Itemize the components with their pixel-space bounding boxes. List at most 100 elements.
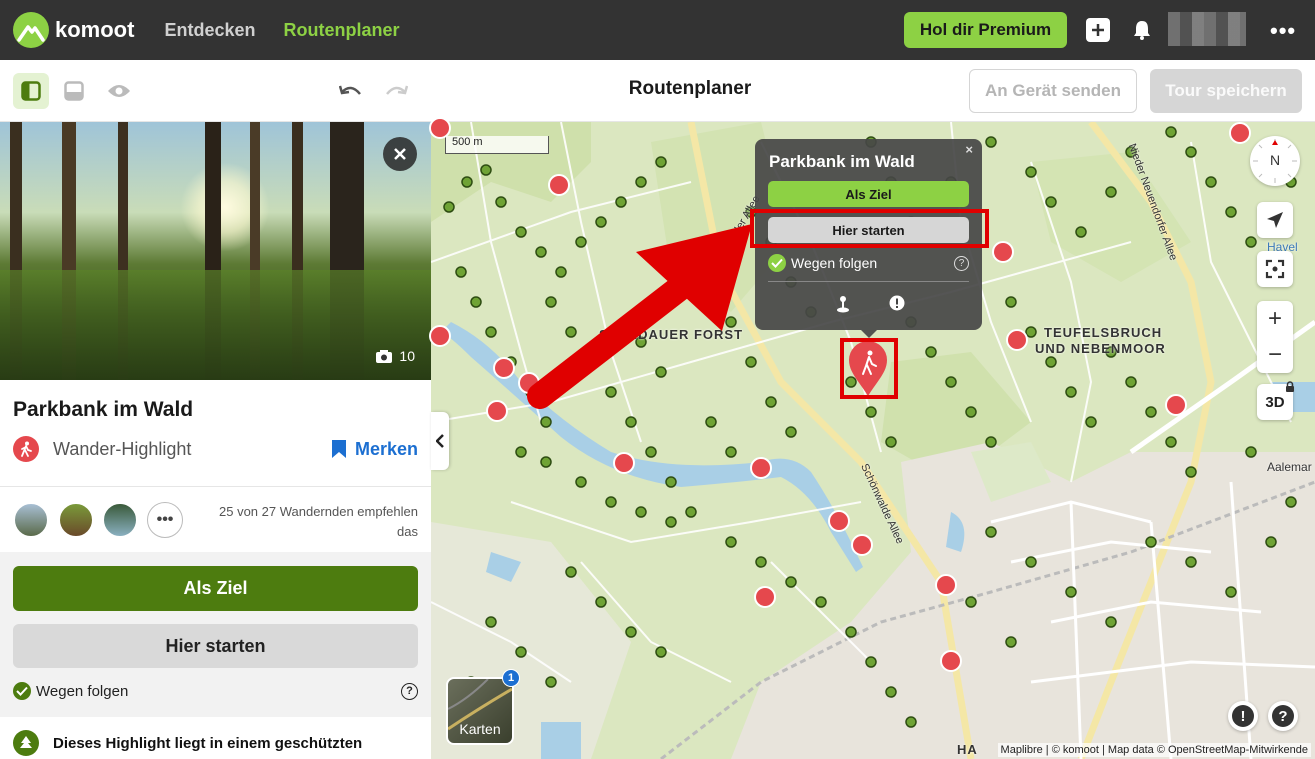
highlight-type-row: Wander-Highlight Merken — [13, 435, 418, 463]
bottom-panel-layout-icon — [64, 81, 84, 101]
top-navigation-bar: komoot Entdecken Routenplaner Hol dir Pr… — [0, 0, 1315, 60]
waypoint-icon[interactable] — [835, 295, 851, 313]
highlight-type: Wander-Highlight — [53, 438, 192, 459]
map-attribution[interactable]: Maplibre | © komoot | Map data © OpenStr… — [997, 743, 1311, 757]
alert-icon: ! — [1232, 705, 1254, 727]
more-menu-button[interactable]: ••• — [1270, 18, 1296, 44]
map-label-place: Aalemar — [1267, 460, 1312, 474]
fit-view-button[interactable] — [1257, 251, 1293, 287]
protected-area-icon — [13, 730, 39, 756]
zoom-controls: + − — [1257, 301, 1293, 373]
map-label-area: UND NEBENMOOR — [1035, 341, 1166, 356]
divider — [768, 281, 969, 282]
map-only-view-toggle[interactable] — [101, 73, 137, 109]
notifications-button[interactable] — [1125, 12, 1159, 48]
page-title: Routenplaner — [628, 78, 752, 99]
popup-set-destination-button[interactable]: Als Ziel — [768, 181, 969, 207]
protected-area-notice: Dieses Highlight liegt in einem geschütz… — [13, 730, 418, 756]
close-icon — [394, 148, 406, 160]
create-button[interactable] — [1081, 12, 1115, 48]
compass-label: N — [1269, 152, 1281, 168]
report-map-issue-button[interactable]: ! — [1228, 701, 1258, 731]
recommendation-text: 25 von 27 Wandernden empfehlen das — [219, 504, 418, 539]
map-layers-badge: 1 — [502, 669, 520, 687]
sidebar-layout-icon — [21, 81, 41, 101]
redo-icon — [386, 85, 408, 95]
bottom-panel-view-toggle[interactable] — [56, 73, 92, 109]
popup-follow-paths-label: Wegen folgen — [791, 255, 878, 271]
camera-icon — [376, 349, 393, 363]
save-tour-button[interactable]: Tour speichern — [1150, 69, 1302, 113]
checkmark-icon[interactable] — [13, 682, 31, 700]
nav-entdecken[interactable]: Entdecken — [164, 20, 255, 41]
chevron-left-icon — [436, 434, 444, 448]
follow-paths-label: Wegen folgen — [36, 682, 129, 700]
bookmark-label: Merken — [354, 438, 418, 459]
planner-toolbar: Routenplaner An Gerät senden Tour speich… — [0, 60, 1315, 122]
forest-floor — [0, 270, 431, 380]
divider — [0, 486, 431, 487]
redo-button[interactable] — [378, 73, 414, 109]
plus-icon — [1086, 18, 1110, 42]
zoom-in-button[interactable]: + — [1257, 301, 1293, 337]
highlight-sidebar: 10 Parkbank im Wald Wander-Highlight Mer… — [0, 122, 431, 759]
sidebar-view-toggle[interactable] — [13, 73, 49, 109]
highlight-photo[interactable]: 10 — [0, 122, 431, 380]
komoot-logo-icon — [13, 12, 49, 48]
help-icon[interactable]: ? — [954, 255, 969, 271]
annotation-highlight-box — [840, 338, 898, 399]
map-layers-button[interactable]: Karten 1 — [446, 669, 520, 745]
start-here-button[interactable]: Hier starten — [13, 624, 418, 668]
map-help-button[interactable]: ? — [1268, 701, 1298, 731]
map-label-area: SPANDAUER FORST — [599, 327, 744, 342]
bookmark-icon — [331, 440, 346, 458]
photo-count: 10 — [399, 348, 415, 364]
map-layers-label: Karten — [459, 721, 501, 737]
popup-follow-paths-row[interactable]: Wegen folgen ? — [768, 254, 969, 272]
avatar[interactable] — [13, 502, 49, 538]
map-label-area: TEUFELSBRUCH — [1044, 325, 1163, 340]
zoom-out-button[interactable]: − — [1257, 337, 1293, 373]
user-avatar[interactable] — [1168, 12, 1246, 46]
question-icon: ? — [1272, 705, 1294, 727]
location-arrow-icon — [1267, 212, 1283, 228]
focus-icon — [1265, 259, 1285, 279]
undo-button[interactable] — [333, 73, 369, 109]
bell-icon — [1134, 21, 1150, 40]
hiking-highlight-icon — [13, 436, 39, 462]
komoot-logo-text: komoot — [55, 17, 135, 42]
popup-tail — [861, 330, 877, 338]
bookmark-button[interactable]: Merken — [331, 439, 418, 460]
set-destination-button[interactable]: Als Ziel — [13, 566, 418, 611]
avatar[interactable] — [58, 502, 94, 538]
popup-title: Parkbank im Wald — [769, 152, 915, 171]
collapse-sidebar-button[interactable] — [431, 412, 449, 470]
3d-view-button[interactable]: 3D — [1257, 381, 1294, 420]
3d-label: 3D — [1265, 393, 1285, 411]
locate-me-button[interactable] — [1257, 202, 1293, 238]
eye-icon — [108, 85, 130, 97]
komoot-logo[interactable]: komoot — [13, 12, 134, 48]
premium-button[interactable]: Hol dir Premium — [904, 12, 1067, 48]
map-scale: 500 m — [445, 136, 549, 154]
lock-icon — [1286, 381, 1294, 392]
photo-count-badge[interactable]: 10 — [375, 348, 415, 364]
report-icon[interactable] — [889, 295, 905, 311]
recommendations-row: ••• 25 von 27 Wandernden empfehlen das — [13, 502, 418, 552]
close-photo-button[interactable] — [383, 137, 417, 171]
undo-icon — [339, 85, 361, 95]
popup-actions — [835, 295, 905, 315]
more-recommenders-button[interactable]: ••• — [147, 502, 183, 538]
map-label-place: HA — [957, 742, 978, 757]
protected-area-text: Dieses Highlight liegt in einem geschütz… — [53, 734, 363, 752]
compass-button[interactable]: N — [1250, 136, 1300, 186]
checkmark-icon[interactable] — [768, 254, 786, 272]
popup-close-button[interactable]: × — [965, 142, 973, 157]
help-icon[interactable]: ? — [401, 682, 418, 700]
highlight-title: Parkbank im Wald — [13, 398, 194, 421]
send-to-device-button[interactable]: An Gerät senden — [969, 69, 1137, 113]
avatar[interactable] — [102, 502, 138, 538]
nav-routenplaner[interactable]: Routenplaner — [283, 20, 399, 41]
annotation-highlight-box — [750, 209, 989, 248]
follow-paths-row[interactable]: Wegen folgen ? — [13, 680, 418, 702]
